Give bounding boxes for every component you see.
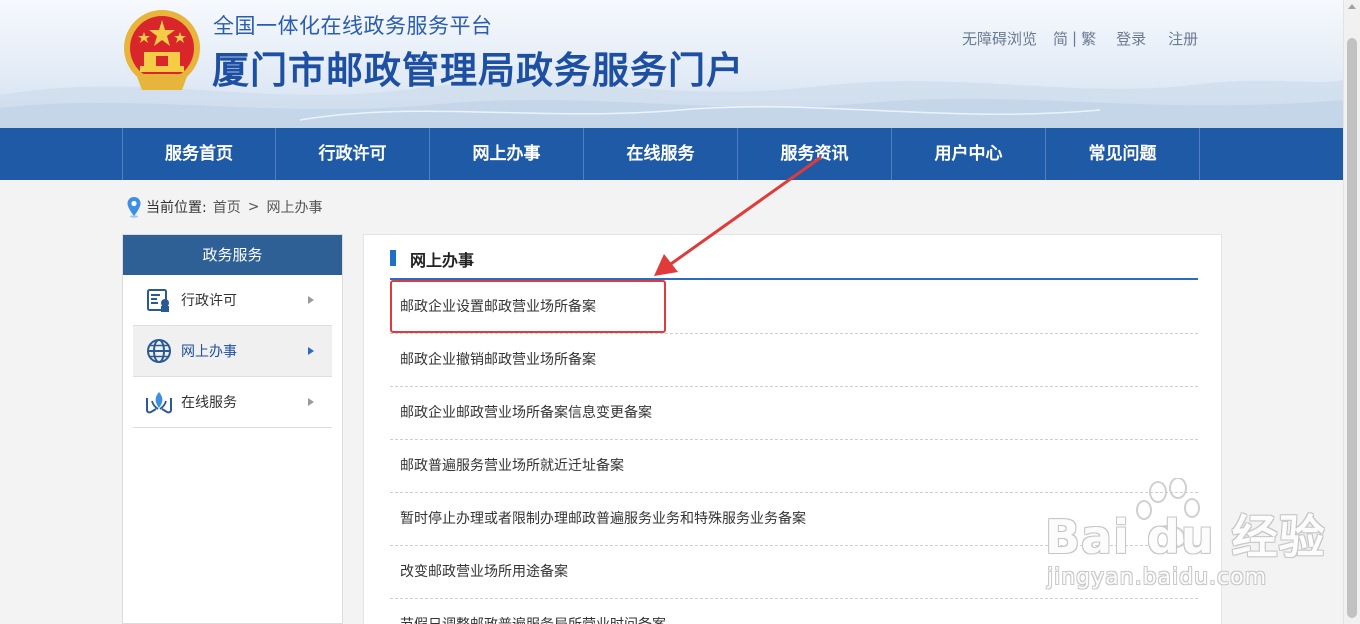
service-item-info-change-filing[interactable]: 邮政企业邮政营业场所备案信息变更备案 <box>390 387 1198 440</box>
breadcrumb-current: 网上办事 <box>266 200 323 216</box>
service-item-relocation-filing[interactable]: 邮政普遍服务营业场所就近迁址备案 <box>390 440 1198 493</box>
login-link[interactable]: 登录 <box>1116 28 1146 49</box>
nav-item-online-affairs[interactable]: 网上办事 <box>430 128 584 180</box>
nav-item-online-service[interactable]: 在线服务 <box>584 128 738 180</box>
breadcrumb: 当前位置: 首页 > 网上办事 <box>126 196 322 218</box>
traditional-chinese-link[interactable]: 繁 <box>1081 28 1096 49</box>
chevron-right-icon <box>308 398 314 406</box>
breadcrumb-separator: > <box>247 199 260 215</box>
nav-item-admin-license[interactable]: 行政许可 <box>276 128 430 180</box>
sidebar-item-label: 网上办事 <box>181 344 237 360</box>
nav-item-user-center[interactable]: 用户中心 <box>892 128 1046 180</box>
sidebar-item-online-affairs[interactable]: 网上办事 <box>133 326 332 377</box>
simplified-chinese-link[interactable]: 简 <box>1053 28 1068 49</box>
vertical-scrollbar[interactable] <box>1343 0 1360 624</box>
globe-icon <box>147 339 171 363</box>
license-document-icon <box>147 289 169 312</box>
chevron-right-icon <box>308 347 314 355</box>
main-nav: 服务首页 行政许可 网上办事 在线服务 服务资讯 用户中心 常见问题 <box>0 128 1343 180</box>
highlight-box-annotation <box>390 280 666 333</box>
sidebar-item-online-service[interactable]: 在线服务 <box>133 377 332 428</box>
watermark-brand: Bai du 经验 <box>1045 510 1326 564</box>
scroll-up-arrow-icon[interactable] <box>1348 4 1356 9</box>
nav-item-service-news[interactable]: 服务资讯 <box>738 128 892 180</box>
panel-title: 网上办事 <box>410 251 475 270</box>
site-header: 全国一体化在线政务服务平台 厦门市邮政管理局政务服务门户 无障碍浏览 简 | 繁… <box>0 0 1343 128</box>
title-accent-bar <box>390 250 396 266</box>
hands-service-icon <box>146 392 172 414</box>
site-subtitle: 全国一体化在线政务服务平台 <box>213 14 493 38</box>
sidebar-title: 政务服务 <box>123 235 342 275</box>
breadcrumb-home-link[interactable]: 首页 <box>213 197 241 217</box>
site-title: 厦门市邮政管理局政务服务门户 <box>212 49 744 92</box>
service-item-revoke-filing[interactable]: 邮政企业撤销邮政营业场所备案 <box>390 334 1198 387</box>
sidebar-item-label: 在线服务 <box>181 395 237 411</box>
sidebar-item-admin-license[interactable]: 行政许可 <box>133 275 332 326</box>
accessible-browse-link[interactable]: 无障碍浏览 <box>962 28 1037 49</box>
panel-header: 网上办事 <box>390 235 1198 280</box>
breadcrumb-label: 当前位置: <box>146 200 207 216</box>
sidebar-list: 行政许可 网上办事 在线服务 <box>123 275 342 428</box>
location-pin-icon <box>127 197 141 218</box>
top-links: 无障碍浏览 简 | 繁 登录 注册 <box>962 28 1198 48</box>
nav-item-faq[interactable]: 常见问题 <box>1046 128 1200 180</box>
language-divider: | <box>1072 29 1078 47</box>
nav-item-home[interactable]: 服务首页 <box>122 128 276 180</box>
sidebar: 政务服务 行政许可 网上办事 在线服务 <box>122 234 343 624</box>
register-link[interactable]: 注册 <box>1168 28 1198 49</box>
service-item-holiday-hours-filing[interactable]: 节假日调整邮政普遍服务局所营业时间备案 <box>390 599 1198 624</box>
national-emblem-icon <box>124 10 200 90</box>
scrollbar-thumb[interactable] <box>1347 38 1357 618</box>
watermark-url: jingyan.baidu.com <box>1047 565 1268 590</box>
sidebar-item-label: 行政许可 <box>181 293 237 309</box>
main-nav-items: 服务首页 行政许可 网上办事 在线服务 服务资讯 用户中心 常见问题 <box>122 128 1200 180</box>
chevron-right-icon <box>308 296 314 304</box>
